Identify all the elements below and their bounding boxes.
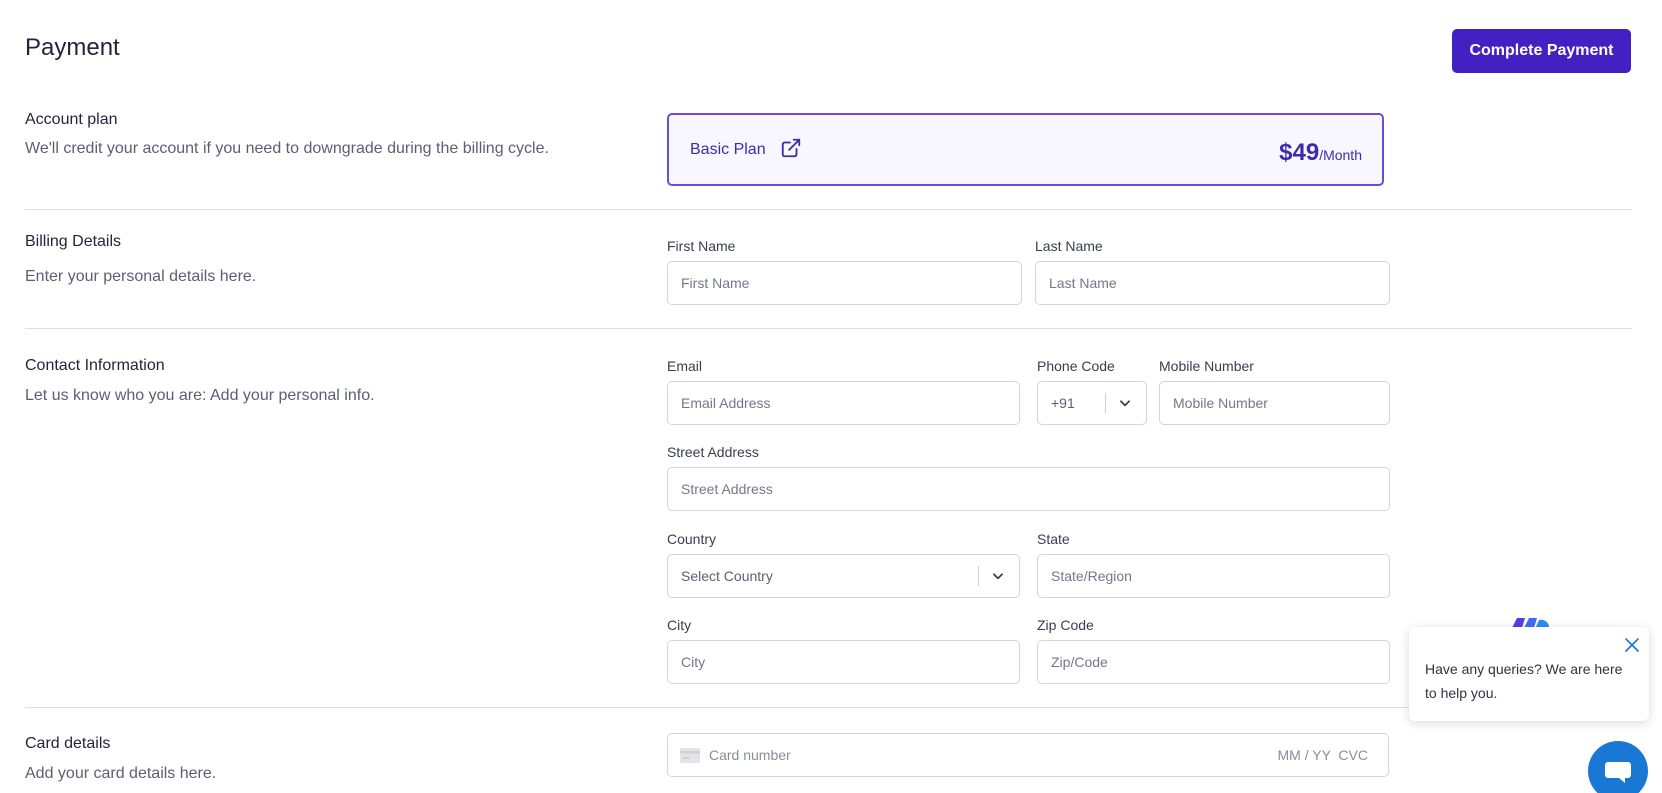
chevron-down-icon — [993, 573, 1003, 580]
payment-page: Payment Complete Payment Account plan We… — [0, 0, 1662, 793]
zip-code-label: Zip Code — [1037, 617, 1094, 633]
billing-details-description: Enter your personal details here. — [25, 268, 257, 285]
contact-info-title: Contact Information — [25, 357, 165, 374]
section-divider — [25, 707, 1632, 708]
mobile-number-input[interactable] — [1159, 381, 1390, 425]
plan-price: $49/Month — [1279, 139, 1362, 167]
chat-launcher-button[interactable] — [1588, 741, 1648, 793]
last-name-label: Last Name — [1035, 238, 1103, 254]
phone-code-label: Phone Code — [1037, 358, 1115, 374]
section-divider — [25, 209, 1632, 210]
zip-code-input[interactable] — [1037, 640, 1390, 684]
contact-info-description: Let us know who you are: Add your person… — [25, 387, 375, 404]
plan-price-period: /Month — [1319, 147, 1362, 163]
plan-name: Basic Plan — [690, 141, 766, 158]
plan-price-amount: $49 — [1279, 139, 1320, 166]
card-number-placeholder: Card number — [709, 747, 791, 763]
chat-bubble-icon — [1605, 762, 1631, 783]
account-plan-description: We'll credit your account if you need to… — [25, 140, 549, 157]
external-link-icon[interactable] — [780, 137, 802, 159]
credit-card-icon — [680, 748, 700, 763]
chat-message: Have any queries? We are here to help yo… — [1425, 661, 1623, 701]
select-separator — [1105, 393, 1106, 413]
chevron-down-icon — [1120, 400, 1130, 407]
chat-popup: Have any queries? We are here to help yo… — [1409, 627, 1649, 721]
close-icon[interactable] — [1625, 638, 1639, 652]
phone-code-value: +91 — [1051, 395, 1075, 411]
country-value: Select Country — [681, 568, 773, 584]
last-name-input[interactable] — [1035, 261, 1390, 305]
street-address-input[interactable] — [667, 467, 1390, 511]
card-expiry-cvc-placeholder: MM / YY CVC — [1277, 747, 1368, 763]
account-plan-title: Account plan — [25, 111, 118, 128]
mobile-number-label: Mobile Number — [1159, 358, 1254, 374]
email-label: Email — [667, 358, 703, 374]
country-label: Country — [667, 531, 717, 547]
country-select[interactable]: Select Country — [667, 554, 1020, 598]
select-separator — [978, 566, 979, 586]
email-input[interactable] — [667, 381, 1020, 425]
section-divider — [25, 328, 1632, 329]
first-name-label: First Name — [667, 238, 736, 254]
card-input[interactable]: Card number MM / YY CVC — [667, 733, 1389, 777]
plan-card[interactable]: Basic Plan $49/Month — [667, 113, 1384, 186]
card-details-title: Card details — [25, 735, 111, 752]
state-input[interactable] — [1037, 554, 1390, 598]
state-label: State — [1037, 531, 1070, 547]
street-address-label: Street Address — [667, 444, 759, 460]
city-label: City — [667, 617, 692, 633]
card-details-description: Add your card details here. — [25, 765, 217, 782]
phone-code-select[interactable]: +91 — [1037, 381, 1147, 425]
billing-details-title: Billing Details — [25, 233, 122, 250]
city-input[interactable] — [667, 640, 1020, 684]
first-name-input[interactable] — [667, 261, 1022, 305]
